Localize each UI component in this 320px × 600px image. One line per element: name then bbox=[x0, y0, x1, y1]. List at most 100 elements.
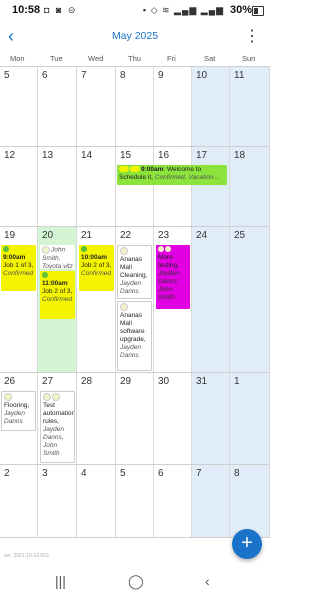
day-cell[interactable]: 4 bbox=[77, 465, 116, 537]
day-number: 30 bbox=[158, 376, 170, 387]
day-cell[interactable]: 14 bbox=[77, 147, 116, 227]
back-nav-icon[interactable]: ‹ bbox=[205, 573, 210, 589]
signal-icons: ▪ ◇ ≋ ▂▄▆ ▂▄▆ bbox=[142, 5, 224, 15]
day-number: 6 bbox=[158, 468, 164, 479]
day-cell[interactable]: 17 bbox=[192, 147, 230, 227]
day-number: 4 bbox=[81, 468, 87, 479]
day-number: 22 bbox=[120, 230, 132, 241]
day-number: 8 bbox=[120, 70, 126, 81]
day-cell[interactable]: 6 bbox=[154, 465, 192, 537]
day-cell[interactable]: 31 bbox=[192, 373, 230, 465]
day-cell[interactable]: 18 bbox=[230, 147, 270, 227]
weekday-header: Mon Tue Wed Thu Fri Sat Sun bbox=[0, 52, 270, 66]
version-label: ver. 2021-10-12.653 bbox=[4, 553, 49, 559]
event-status-icon bbox=[158, 246, 164, 253]
event-job-2[interactable]: 11:00am Job 2 of 3, Confirmed bbox=[40, 271, 75, 319]
day-number: 14 bbox=[81, 150, 93, 161]
event-status-icon bbox=[130, 166, 140, 173]
day-cell[interactable]: 15 bbox=[116, 147, 154, 227]
event-status-icon bbox=[4, 393, 12, 401]
day-number: 9 bbox=[158, 70, 164, 81]
day-cell[interactable]: 28 bbox=[77, 373, 116, 465]
day-cell[interactable]: 13 bbox=[38, 147, 77, 227]
day-cell[interactable]: 9 bbox=[154, 67, 192, 147]
day-cell[interactable]: 12 bbox=[0, 147, 38, 227]
day-cell[interactable]: 6 bbox=[38, 67, 77, 147]
event-info: Confirmed, Vacation... bbox=[154, 174, 219, 181]
day-number: 15 bbox=[120, 150, 132, 161]
event-ananas-software[interactable]: Ananas Mall software upgrade, Jayden Dan… bbox=[117, 301, 152, 371]
event-info: Confirmed bbox=[3, 270, 33, 277]
event-time: 10:00am bbox=[81, 254, 108, 261]
day-number: 2 bbox=[4, 468, 10, 479]
day-number: 18 bbox=[234, 150, 246, 161]
event-job-2-wed[interactable]: 10:00am Job 2 of 3, Confirmed bbox=[79, 245, 114, 291]
event-status-icon bbox=[81, 246, 87, 253]
day-number: 29 bbox=[120, 376, 132, 387]
day-number: 17 bbox=[196, 150, 208, 161]
event-status-icon bbox=[120, 303, 128, 311]
day-cell[interactable]: 7 bbox=[192, 465, 230, 537]
day-cell[interactable]: 1 bbox=[230, 373, 270, 465]
event-info: Jayden Danns bbox=[120, 343, 141, 359]
event-ananas-cleaning[interactable]: Ananas Mall Cleaning, Jayden Danns bbox=[117, 245, 152, 299]
week-row: 12 13 14 15 16 17 18 9:00am: Welcome to … bbox=[0, 146, 270, 227]
day-number: 19 bbox=[4, 230, 16, 241]
day-cell[interactable]: 7 bbox=[77, 67, 116, 147]
weekday-label: Wed bbox=[88, 54, 104, 63]
status-bar: 10:58 ◘ ◙ ⊝ ▪ ◇ ≋ ▂▄▆ ▂▄▆ 30% bbox=[0, 0, 270, 22]
day-cell[interactable]: 5 bbox=[116, 465, 154, 537]
day-cell[interactable]: 8 bbox=[230, 465, 270, 537]
event-test-automation[interactable]: Test automation rules, Jayden Danns, Joh… bbox=[40, 391, 75, 463]
week-row: 26 27 28 29 30 31 1 Flooring, Jayden Dan… bbox=[0, 372, 270, 465]
weekday-label: Sun bbox=[242, 54, 256, 63]
day-cell[interactable]: 10 bbox=[192, 67, 230, 147]
day-number: 7 bbox=[81, 70, 87, 81]
battery-icon bbox=[252, 6, 264, 16]
day-cell[interactable]: 8 bbox=[116, 67, 154, 147]
battery-percent: 30% bbox=[229, 4, 252, 16]
day-cell[interactable]: 5 bbox=[0, 67, 38, 147]
event-text: Ananas Mall software upgrade, bbox=[120, 311, 146, 343]
home-icon[interactable]: ◯ bbox=[128, 573, 144, 590]
event-job-1[interactable]: 9:00am Job 1 of 3, Confirmed bbox=[1, 245, 36, 291]
day-cell[interactable]: 25 bbox=[230, 227, 270, 373]
day-number: 1 bbox=[234, 376, 240, 387]
event-text: Test automation rules, bbox=[43, 401, 75, 425]
weekday-label: Mon bbox=[10, 54, 25, 63]
day-number: 23 bbox=[158, 230, 170, 241]
day-cell[interactable]: 29 bbox=[116, 373, 154, 465]
day-cell[interactable]: 24 bbox=[192, 227, 230, 373]
add-event-button[interactable]: + bbox=[232, 529, 262, 559]
week-row: 2 3 4 5 6 7 8 bbox=[0, 464, 270, 538]
day-cell[interactable]: 30 bbox=[154, 373, 192, 465]
event-info: Confirmed bbox=[81, 270, 111, 277]
event-john-smith[interactable]: John Smith, Toyota vitz bbox=[40, 245, 75, 269]
day-number: 31 bbox=[196, 376, 208, 387]
event-status-icon bbox=[120, 247, 128, 255]
event-status-icon bbox=[42, 272, 48, 279]
event-text: Job 2 of 3, bbox=[42, 288, 73, 295]
calendar-header: ‹ May 2025 ⋮ bbox=[0, 22, 270, 52]
event-flooring[interactable]: Flooring, Jayden Danns bbox=[1, 391, 36, 431]
day-number: 6 bbox=[42, 70, 48, 81]
day-number: 7 bbox=[196, 468, 202, 479]
event-welcome[interactable]: 9:00am: Welcome to Schedule it, Confirme… bbox=[117, 165, 227, 185]
event-more-testing[interactable]: More testing, Jayden Danns, John Smith bbox=[156, 245, 190, 309]
event-info: Jayden Danns bbox=[4, 409, 25, 425]
day-cell[interactable]: 3 bbox=[38, 465, 77, 537]
system-nav-bar: ||| ◯ ‹ bbox=[0, 565, 270, 600]
more-menu-icon[interactable]: ⋮ bbox=[244, 26, 260, 46]
day-cell[interactable]: 11 bbox=[230, 67, 270, 147]
day-cell[interactable]: 2 bbox=[0, 465, 38, 537]
event-time: 9:00am bbox=[3, 254, 26, 261]
day-number: 21 bbox=[81, 230, 93, 241]
month-title[interactable]: May 2025 bbox=[0, 30, 270, 42]
day-number: 13 bbox=[42, 150, 54, 161]
event-status-icon bbox=[42, 246, 50, 254]
day-number: 16 bbox=[158, 150, 170, 161]
day-cell[interactable]: 16 bbox=[154, 147, 192, 227]
recents-icon[interactable]: ||| bbox=[55, 573, 66, 589]
event-time: 11:00am bbox=[42, 280, 68, 287]
day-number: 3 bbox=[42, 468, 48, 479]
